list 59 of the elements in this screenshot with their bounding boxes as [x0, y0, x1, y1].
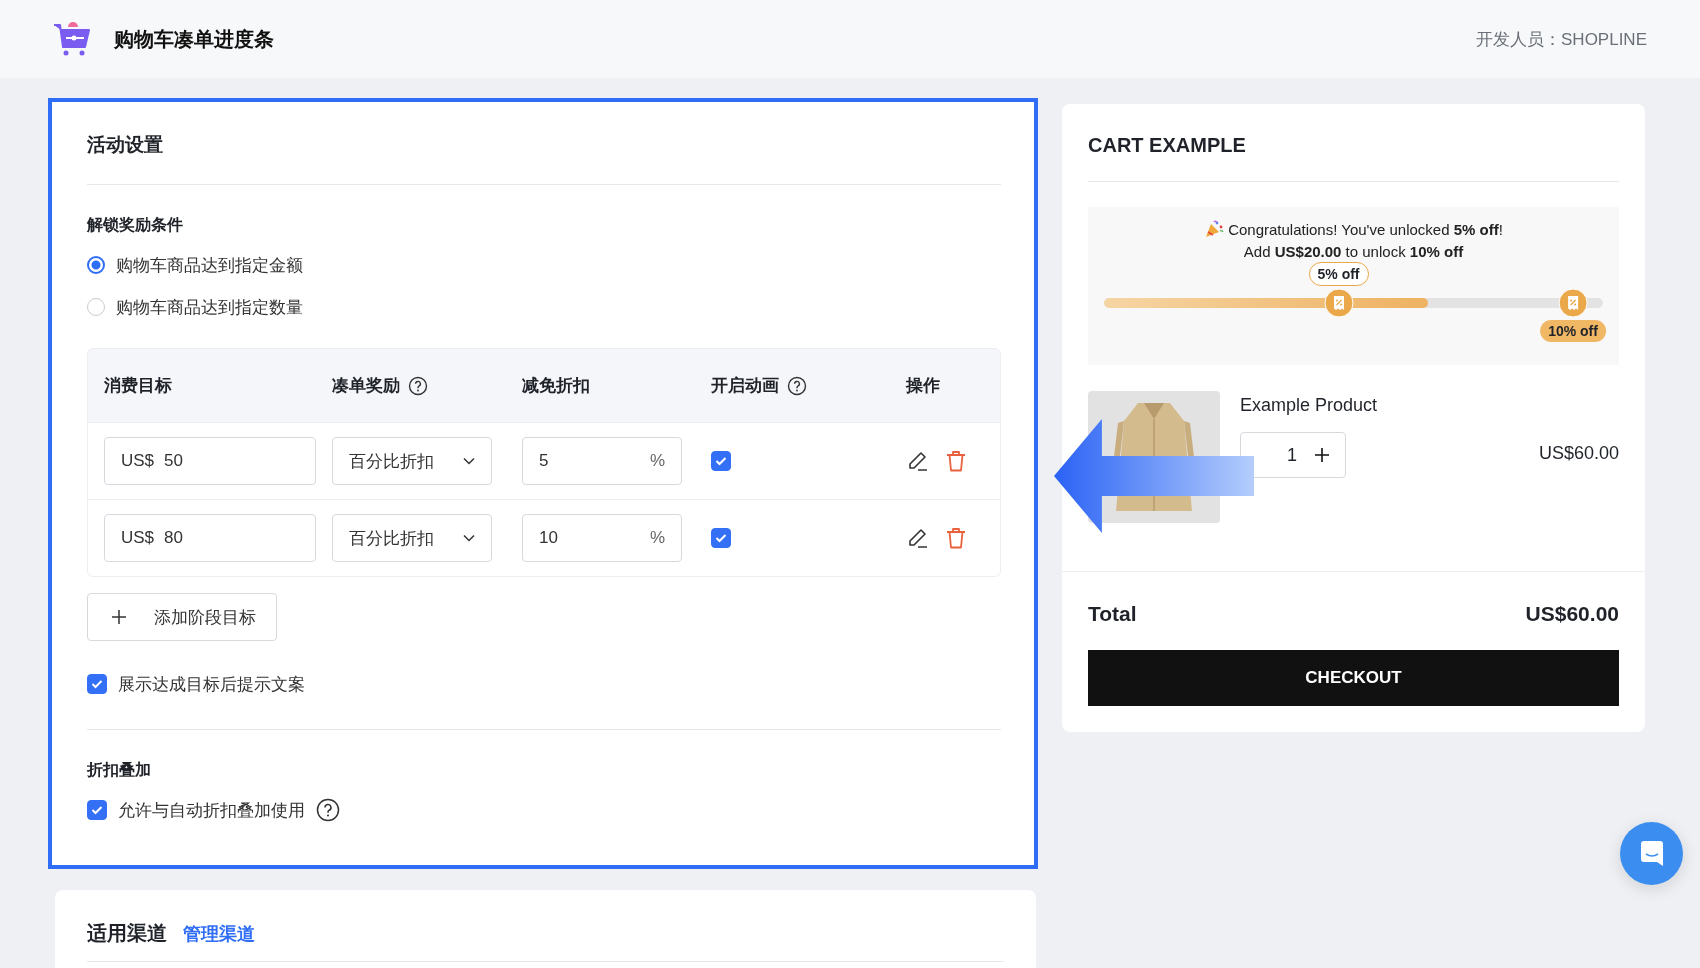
coupon-icon: [1323, 288, 1354, 318]
check-icon: [91, 679, 103, 689]
stack-label: 折扣叠加: [87, 760, 152, 780]
cart-icon: [52, 21, 92, 57]
party-popper-icon: [1204, 219, 1225, 239]
column-header: 操作: [906, 375, 940, 397]
check-icon: [715, 533, 727, 543]
target-field[interactable]: US$ 50: [104, 437, 316, 485]
checkbox-label[interactable]: 展示达成目标后提示文案: [118, 672, 305, 696]
condition-label: 解锁奖励条件: [87, 215, 184, 235]
column-header: 减免折扣: [522, 375, 590, 397]
edit-icon[interactable]: [906, 526, 930, 550]
check-icon: [91, 805, 103, 815]
checkbox[interactable]: [711, 528, 731, 548]
check-icon: [715, 456, 727, 466]
help-icon[interactable]: [787, 375, 807, 396]
product-price: US$60.00: [1538, 443, 1619, 464]
chevron-icon: [463, 457, 475, 465]
column-header: 消费目标: [104, 375, 172, 397]
coupon-icon: [1558, 288, 1589, 318]
delete-icon[interactable]: [944, 449, 968, 473]
target-field[interactable]: US$ 80: [104, 514, 316, 562]
column-header: 开启动画: [711, 375, 779, 397]
checkout-button[interactable]: CHECKOUT: [1088, 650, 1619, 706]
help-icon[interactable]: [408, 375, 428, 396]
discount-field[interactable]: 5 %: [522, 437, 682, 485]
reward-select[interactable]: 百分比折扣: [332, 514, 492, 562]
radio-button[interactable]: [87, 256, 105, 274]
edit-icon[interactable]: [906, 449, 930, 473]
milestone-tag: 5% off: [1308, 262, 1369, 286]
promo-message: Add US$20.00 to unlock 10% off: [1242, 243, 1465, 260]
milestone-tag: 10% off: [1540, 320, 1606, 342]
cart-title: CART EXAMPLE: [1088, 134, 1247, 157]
total-amount: US$60.00: [1525, 602, 1619, 626]
radio-label[interactable]: 购物车商品达到指定金额: [116, 253, 303, 277]
checkbox-label[interactable]: 允许与自动折扣叠加使用: [118, 798, 305, 822]
product-name: Example Product: [1240, 395, 1379, 416]
radio-button[interactable]: [87, 298, 105, 316]
promo-message: Congratulations! You've unlocked 5% off!: [1228, 220, 1503, 238]
developer-label: 开发人员：SHOPLINE: [1476, 28, 1647, 51]
section-title: 活动设置: [87, 133, 164, 157]
checkbox[interactable]: [87, 800, 107, 820]
radio-label[interactable]: 购物车商品达到指定数量: [116, 295, 303, 319]
reward-select[interactable]: 百分比折扣: [332, 437, 492, 485]
delete-icon[interactable]: [944, 526, 968, 550]
chevron-icon: [463, 534, 475, 542]
plus-icon[interactable]: [1315, 448, 1329, 462]
discount-field[interactable]: 10 %: [522, 514, 682, 562]
total-label: Total: [1088, 602, 1137, 626]
help-icon[interactable]: [316, 798, 340, 822]
arrow-icon: [1054, 419, 1254, 533]
manage-channels-link[interactable]: 管理渠道: [183, 922, 255, 946]
column-header: 凑单奖励: [332, 375, 400, 397]
add-tier-button[interactable]: 添加阶段目标: [87, 593, 277, 641]
checkbox[interactable]: [711, 451, 731, 471]
checkbox[interactable]: [87, 674, 107, 694]
section-title: 适用渠道: [87, 921, 167, 946]
app-title: 购物车凑单进度条: [114, 26, 274, 52]
plus-icon: [112, 610, 126, 624]
